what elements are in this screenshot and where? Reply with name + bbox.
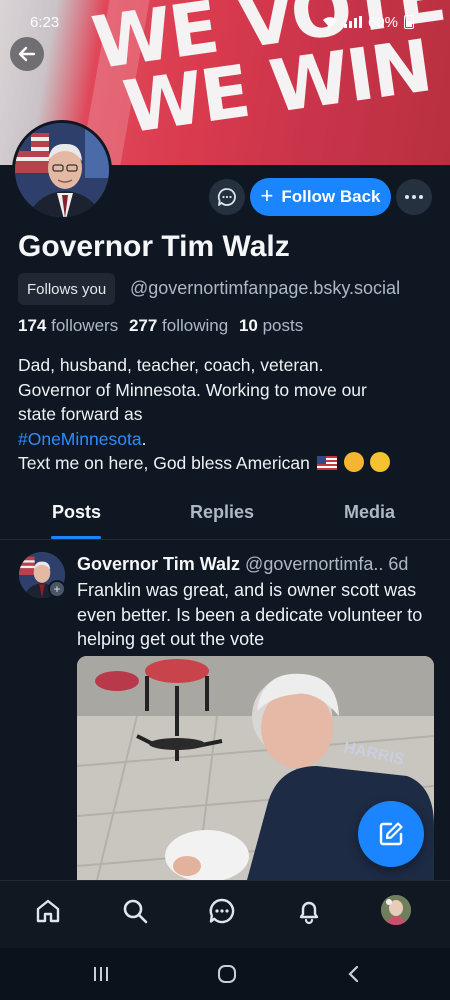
system-navigation-bar: [0, 948, 450, 1000]
following-label: following: [162, 316, 229, 335]
profile-bio: Dad, husband, teacher, coach, veteran. G…: [18, 353, 438, 476]
post-header: Governor Tim Walz @governortimfa.. 6d: [77, 554, 437, 575]
posts-label: posts: [262, 316, 304, 335]
bio-hashtag-link[interactable]: #OneMinnesota: [18, 429, 142, 449]
tab-media[interactable]: Media: [344, 502, 395, 523]
system-back-button[interactable]: [342, 962, 366, 986]
avatar-portrait: [15, 123, 109, 217]
chevron-left-icon: [348, 965, 359, 983]
hugging-face-emoji-icon: [370, 452, 391, 472]
profile-avatar[interactable]: [12, 120, 112, 220]
follow-plus-badge[interactable]: +: [48, 580, 66, 598]
nav-notifications[interactable]: [293, 895, 325, 927]
status-bar: 6:23 60%: [0, 0, 450, 44]
back-button[interactable]: [10, 37, 44, 71]
followers-count: 174: [18, 316, 47, 335]
tab-posts[interactable]: Posts: [52, 502, 101, 523]
chat-icon: [217, 188, 236, 206]
post-handle-time: @governortimfa.. 6d: [245, 554, 409, 574]
post-author-name[interactable]: Governor Tim Walz: [77, 554, 240, 574]
message-button[interactable]: [209, 179, 245, 215]
search-icon: [123, 899, 148, 924]
status-time: 6:23: [30, 13, 60, 31]
bio-line: Dad, husband, teacher, coach, veteran.: [18, 355, 324, 375]
profile-handle: @governortimfanpage.bsky.social: [130, 278, 401, 298]
followers-stat[interactable]: 174 followers: [18, 316, 118, 335]
profile-stats: 174 followers 277 following 10 posts: [18, 316, 303, 336]
follows-you-badge: Follows you: [18, 273, 116, 305]
chat-icon: [209, 898, 235, 924]
battery-percent: 60%: [367, 13, 398, 31]
arrow-left-icon: [18, 46, 36, 62]
status-icons: 60%: [322, 14, 414, 31]
follow-back-label: Follow Back: [281, 187, 381, 206]
posts-count: 10: [238, 316, 258, 335]
following-count: 277: [128, 316, 158, 335]
post-text: Franklin was great, and is owner scott w…: [77, 580, 423, 649]
profile-tabs: Posts Replies Media: [0, 488, 450, 540]
recent-apps-icon: [94, 967, 108, 981]
posts-stat: 10 posts: [239, 316, 303, 335]
nav-chat[interactable]: [206, 895, 238, 927]
followers-label: followers: [51, 316, 119, 335]
battery-icon: [404, 15, 414, 29]
follow-back-button[interactable]: + Follow Back: [250, 178, 391, 216]
following-stat[interactable]: 277 following: [129, 316, 228, 335]
more-options-button[interactable]: [396, 179, 432, 215]
nav-profile-avatar[interactable]: [381, 895, 411, 925]
bio-line: state forward as: [18, 404, 143, 424]
nav-home[interactable]: [32, 895, 64, 927]
active-tab-indicator: [51, 536, 101, 539]
smiling-face-emoji-icon: [343, 452, 364, 472]
signal-icon: [343, 16, 362, 28]
us-flag-emoji-icon: [316, 456, 337, 470]
profile-display-name: Governor Tim Walz: [18, 230, 290, 263]
recent-apps-button[interactable]: [89, 962, 113, 986]
bio-line: Governor of Minnesota. Working to move o…: [18, 379, 367, 400]
bottom-navigation: [0, 880, 450, 948]
nav-search[interactable]: [119, 895, 151, 927]
bio-line: Text me on here, God bless American: [18, 453, 310, 473]
bell-icon: [299, 901, 319, 925]
bio-hashtag-suffix: .: [141, 428, 147, 449]
wifi-icon: [322, 16, 337, 28]
home-circle-icon: [218, 965, 236, 983]
ellipsis-icon: [405, 195, 423, 199]
tab-replies[interactable]: Replies: [190, 502, 254, 523]
plus-icon: +: [260, 183, 274, 208]
compose-icon: [379, 822, 403, 846]
avatar: [381, 895, 411, 925]
home-button[interactable]: [215, 962, 239, 986]
home-icon: [36, 899, 60, 923]
compose-post-button[interactable]: [358, 801, 424, 867]
